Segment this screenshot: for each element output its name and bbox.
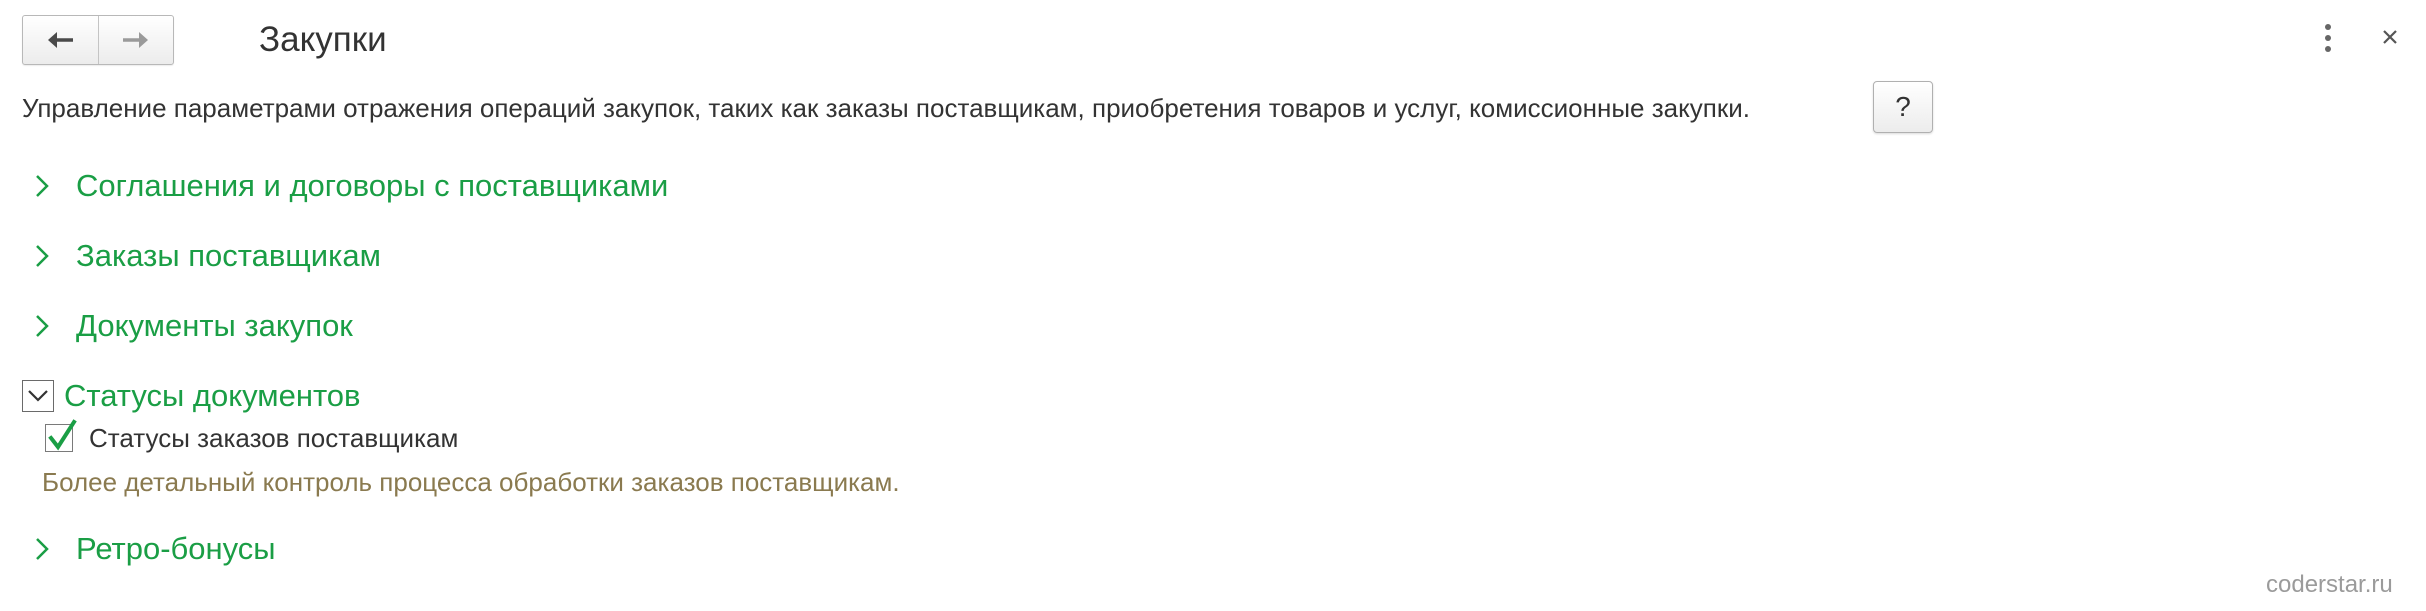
forward-button[interactable] <box>97 16 174 64</box>
arrow-right-icon <box>122 32 148 48</box>
chevron-right-icon <box>36 245 49 267</box>
checkbox-label: Статусы заказов поставщикам <box>89 422 459 453</box>
section-label: Соглашения и договоры с поставщиками <box>76 168 669 203</box>
form-description: Управление параметрами отражения операци… <box>22 93 1750 123</box>
option-hint: Более детальный контроль процесса обрабо… <box>42 467 900 497</box>
back-button[interactable] <box>23 16 98 64</box>
more-vertical-icon[interactable] <box>2320 22 2336 54</box>
watermark: coderstar.ru <box>2266 571 2393 598</box>
check-mark-icon <box>48 419 77 451</box>
section-label: Статусы документов <box>64 378 361 413</box>
collapse-toggle[interactable] <box>22 380 54 412</box>
chevron-right-icon <box>36 175 49 197</box>
navigation-buttons <box>22 15 174 65</box>
arrow-left-icon <box>48 32 74 48</box>
section-label: Заказы поставщикам <box>76 238 381 273</box>
section-purchase-documents[interactable]: Документы закупок <box>22 304 353 348</box>
section-agreements[interactable]: Соглашения и договоры с поставщиками <box>22 164 668 208</box>
chevron-right-icon <box>36 315 49 337</box>
section-retro-bonuses[interactable]: Ретро-бонусы <box>22 527 276 571</box>
help-button[interactable]: ? <box>1873 81 1933 133</box>
supplier-order-statuses-option[interactable]: Статусы заказов поставщикам <box>45 419 459 456</box>
section-label: Ретро-бонусы <box>76 531 276 566</box>
section-supplier-orders[interactable]: Заказы поставщикам <box>22 234 381 278</box>
chevron-down-icon <box>28 390 48 402</box>
section-document-statuses[interactable]: Статусы документов <box>22 374 361 418</box>
page-title: Закупки <box>259 20 387 59</box>
chevron-right-icon <box>36 538 49 560</box>
supplier-order-statuses-checkbox[interactable] <box>45 419 77 452</box>
section-label: Документы закупок <box>76 308 353 343</box>
close-icon[interactable] <box>2380 27 2400 47</box>
